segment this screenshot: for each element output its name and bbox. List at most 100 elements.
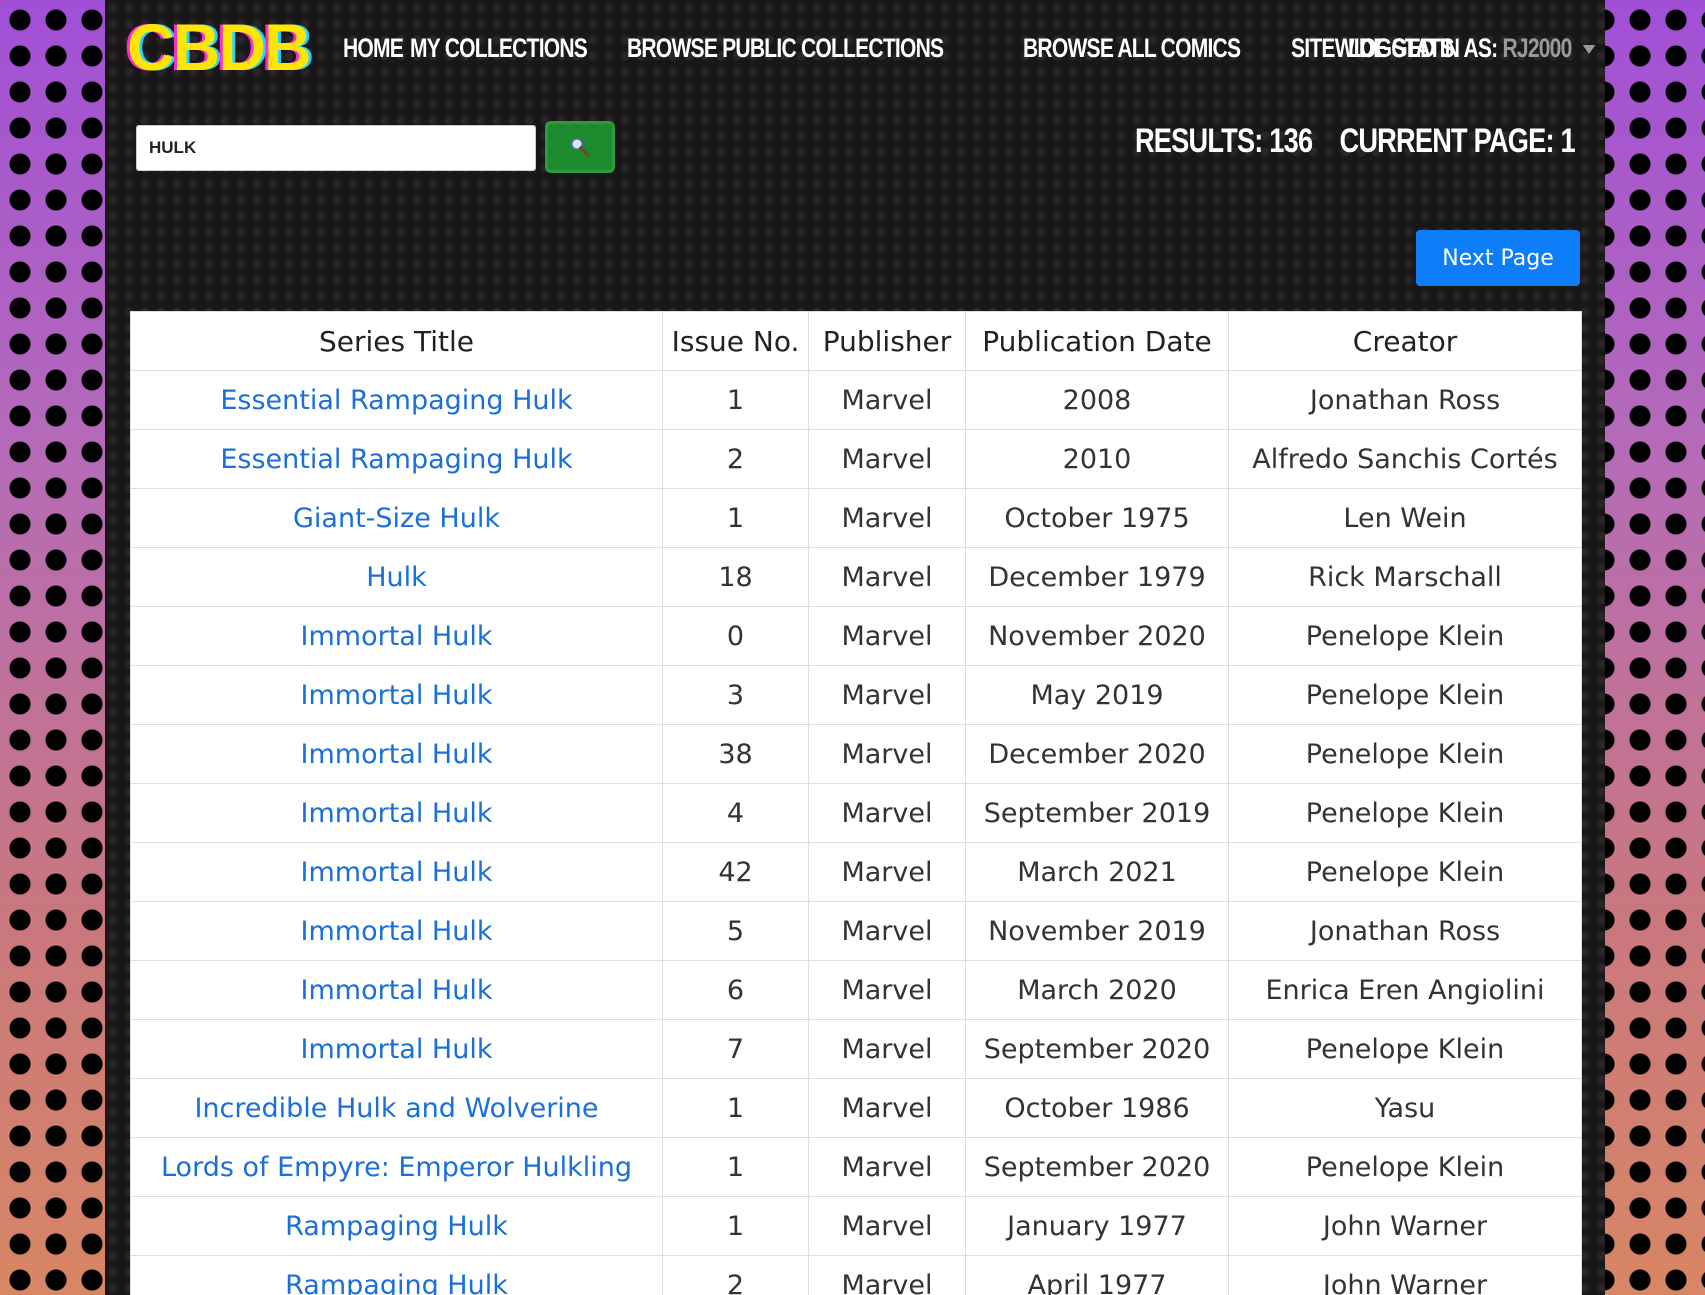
table-body: Essential Rampaging Hulk 1 Marvel 2008 Jonat… [130,370,1582,1295]
series-title-cell: Immortal Hulk [130,1019,663,1079]
nav-home-link[interactable]: Home [343,28,404,68]
series-title-cell: Immortal Hulk [130,842,663,902]
table-row: Incredible Hulk and Wolverine 1 Marvel Octo… [130,1078,1582,1138]
creator-cell: Penelope Klein [1228,665,1582,725]
creator-cell: Len Wein [1228,488,1582,548]
table-row: Essential Rampaging Hulk 2 Marvel 2010 Alfre… [130,429,1582,489]
series-title-link[interactable]: Immortal Hulk [301,621,493,652]
issue-number-cell: 4 [662,783,809,843]
current-page: Current Page: 1 [1339,122,1576,160]
publisher-cell: Marvel [808,547,966,607]
publisher-cell: Marvel [808,429,966,489]
next-page-button[interactable]: Next Page [1416,230,1580,286]
main-page: CBDB Home My Collections Browse Public C… [105,0,1605,1295]
publication-date-cell: January 1977 [965,1196,1229,1256]
publisher-cell: Marvel [808,1078,966,1138]
header-creator[interactable]: Creator [1228,311,1582,371]
issue-number-cell: 0 [662,606,809,666]
publication-date-cell: April 1977 [965,1255,1229,1295]
issue-number-cell: 7 [662,1019,809,1079]
publication-date-cell: December 1979 [965,547,1229,607]
nav-links: Home My Collections Browse Public Collec… [343,28,1466,68]
series-title-link[interactable]: Immortal Hulk [301,798,493,829]
publisher-cell: Marvel [808,488,966,548]
series-title-cell: Giant-Size Hulk [130,488,663,548]
nav-browse-all-comics-link[interactable]: Browse All Comics [1023,28,1241,68]
publisher-cell: Marvel [808,901,966,961]
creator-cell: Alfredo Sanchis Cortés [1228,429,1582,489]
creator-cell: Penelope Klein [1228,1137,1582,1197]
publication-date-cell: September 2020 [965,1137,1229,1197]
search-input[interactable] [136,125,536,171]
series-title-link[interactable]: Lords of Empyre: Emperor Hulkling [161,1152,632,1183]
series-title-cell: Immortal Hulk [130,960,663,1020]
publisher-cell: Marvel [808,665,966,725]
publication-date-cell: March 2020 [965,960,1229,1020]
table-row: Immortal Hulk 3 Marvel May 2019 Penelope Kle… [130,665,1582,725]
table-row: Immortal Hulk 7 Marvel September 2020 Penelo… [130,1019,1582,1079]
series-title-link[interactable]: Immortal Hulk [301,1034,493,1065]
creator-cell: Yasu [1228,1078,1582,1138]
series-title-link[interactable]: Incredible Hulk and Wolverine [194,1093,598,1124]
table-row: Rampaging Hulk 2 Marvel April 1977 John Warn… [130,1255,1582,1295]
series-title-link[interactable]: Immortal Hulk [301,916,493,947]
series-title-cell: Essential Rampaging Hulk [130,370,663,430]
header-publication-date[interactable]: Publication Date [965,311,1229,371]
publication-date-cell: September 2020 [965,1019,1229,1079]
nav-browse-public-collections-link[interactable]: Browse Public Collections [627,28,944,68]
header-issue-no[interactable]: Issue No. [662,311,809,371]
publication-date-cell: March 2021 [965,842,1229,902]
series-title-link[interactable]: Rampaging Hulk [285,1270,508,1295]
series-title-cell: Essential Rampaging Hulk [130,429,663,489]
series-title-cell: Incredible Hulk and Wolverine [130,1078,663,1138]
series-title-cell: Immortal Hulk [130,901,663,961]
series-title-link[interactable]: Essential Rampaging Hulk [220,385,572,416]
series-title-cell: Lords of Empyre: Emperor Hulkling [130,1137,663,1197]
publisher-cell: Marvel [808,960,966,1020]
comics-table: Series Title Issue No. Publisher Publica… [130,311,1582,1295]
issue-number-cell: 3 [662,665,809,725]
issue-number-cell: 5 [662,901,809,961]
series-title-link[interactable]: Immortal Hulk [301,680,493,711]
table-header-row: Series Title Issue No. Publisher Publica… [130,311,1582,371]
creator-cell: Enrica Eren Angiolini [1228,960,1582,1020]
search-button[interactable] [545,121,615,173]
header-series-title[interactable]: Series Title [130,311,663,371]
header-publisher[interactable]: Publisher [808,311,966,371]
series-title-link[interactable]: Immortal Hulk [301,739,493,770]
issue-number-cell: 2 [662,1255,809,1295]
series-title-link[interactable]: Immortal Hulk [301,857,493,888]
publisher-cell: Marvel [808,783,966,843]
user-menu-dropdown[interactable]: Logged in as: RJ2000 [1348,28,1595,68]
publisher-cell: Marvel [808,842,966,902]
series-title-link[interactable]: Rampaging Hulk [285,1211,508,1242]
issue-number-cell: 18 [662,547,809,607]
issue-number-cell: 6 [662,960,809,1020]
table-row: Lords of Empyre: Emperor Hulkling 1 Marvel… [130,1137,1582,1197]
issue-number-cell: 42 [662,842,809,902]
creator-cell: Jonathan Ross [1228,901,1582,961]
username: RJ2000 [1502,33,1572,63]
publisher-cell: Marvel [808,1137,966,1197]
series-title-cell: Hulk [130,547,663,607]
results-summary: Results: 136 Current Page: 1 [1135,122,1576,161]
issue-number-cell: 1 [662,1078,809,1138]
table-row: Rampaging Hulk 1 Marvel January 1977 John Wa… [130,1196,1582,1256]
publication-date-cell: September 2019 [965,783,1229,843]
series-title-link[interactable]: Immortal Hulk [301,975,493,1006]
series-title-link[interactable]: Hulk [366,562,427,593]
series-title-link[interactable]: Giant-Size Hulk [293,503,500,534]
issue-number-cell: 1 [662,1196,809,1256]
table-row: Immortal Hulk 5 Marvel November 2019 Jonatha… [130,901,1582,961]
publication-date-cell: November 2020 [965,606,1229,666]
magnifier-icon [570,137,590,157]
publication-date-cell: December 2020 [965,724,1229,784]
nav-my-collections-link[interactable]: My Collections [410,28,588,68]
cbdb-logo[interactable]: CBDB [127,12,312,82]
table-row: Immortal Hulk 4 Marvel September 2019 Penelo… [130,783,1582,843]
creator-cell: Penelope Klein [1228,1019,1582,1079]
series-title-link[interactable]: Essential Rampaging Hulk [220,444,572,475]
navbar: CBDB Home My Collections Browse Public C… [105,0,1605,95]
publication-date-cell: November 2019 [965,901,1229,961]
creator-cell: Jonathan Ross [1228,370,1582,430]
